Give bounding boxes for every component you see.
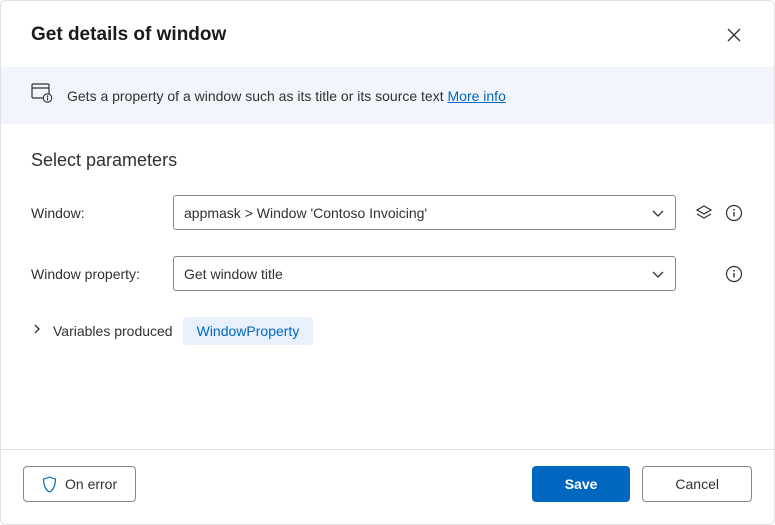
chevron-right-icon <box>31 323 43 335</box>
window-details-icon <box>31 83 53 108</box>
info-banner: Gets a property of a window such as its … <box>1 67 774 124</box>
variable-pill[interactable]: WindowProperty <box>183 317 314 345</box>
info-icon <box>725 204 743 222</box>
window-label: Window: <box>31 205 165 221</box>
layers-icon <box>695 204 713 222</box>
info-desc: Gets a property of a window such as its … <box>67 88 448 104</box>
window-property-info-button[interactable] <box>724 264 744 284</box>
on-error-button[interactable]: On error <box>23 466 136 502</box>
window-property-label: Window property: <box>31 266 165 282</box>
dialog-title: Get details of window <box>31 24 226 46</box>
variables-expand-toggle[interactable] <box>31 322 43 340</box>
chevron-down-icon <box>651 267 665 281</box>
window-property-value: Get window title <box>184 266 283 282</box>
on-error-label: On error <box>65 476 117 492</box>
info-text: Gets a property of a window such as its … <box>67 88 506 104</box>
cancel-button[interactable]: Cancel <box>642 466 752 502</box>
chevron-down-icon <box>651 206 665 220</box>
close-button[interactable] <box>720 21 748 49</box>
ui-element-picker-button[interactable] <box>694 203 714 223</box>
window-value: appmask > Window 'Contoso Invoicing' <box>184 205 427 221</box>
shield-icon <box>42 476 57 493</box>
section-title: Select parameters <box>31 150 744 171</box>
window-select[interactable]: appmask > Window 'Contoso Invoicing' <box>173 195 676 230</box>
window-info-button[interactable] <box>724 203 744 223</box>
variables-produced-label: Variables produced <box>53 323 173 339</box>
info-icon <box>725 265 743 283</box>
save-button[interactable]: Save <box>532 466 631 502</box>
close-icon <box>727 28 741 42</box>
window-property-select[interactable]: Get window title <box>173 256 676 291</box>
more-info-link[interactable]: More info <box>448 88 506 104</box>
